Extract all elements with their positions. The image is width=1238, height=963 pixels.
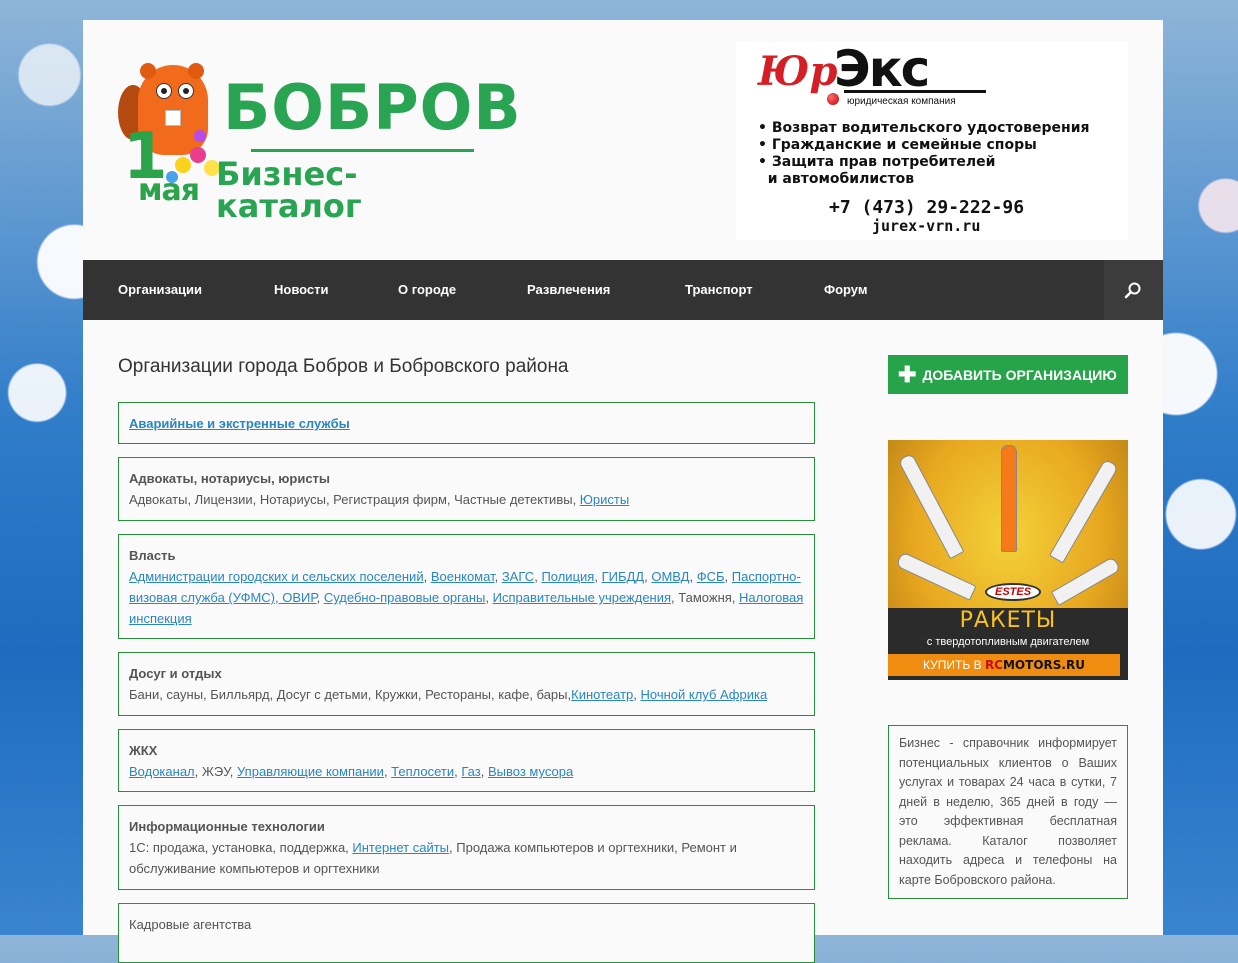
- beaver-eye-icon: [156, 83, 172, 99]
- beaver-ear-icon: [188, 63, 204, 79]
- subcategory-link[interactable]: Интернет сайты: [352, 840, 449, 855]
- ad-brand-underline: [844, 90, 986, 93]
- rcmotors-logo: RCMOTORS.RU: [985, 658, 1085, 672]
- category-title: Власть: [129, 548, 176, 563]
- logo-subtitle: Бизнес-каталог: [216, 155, 362, 225]
- flower-icon: [175, 157, 191, 173]
- rcmotors-rc: RC: [984, 658, 1003, 672]
- subcategory-link[interactable]: Управляющие компании: [237, 764, 384, 779]
- category-title: ЖКХ: [129, 743, 158, 758]
- category-card-recruitment: Кадровые агентства: [118, 903, 815, 963]
- subcategory-link[interactable]: Судебно-правовые органы: [324, 590, 486, 605]
- add-organization-label: ДОБАВИТЬ ОРГАНИЗАЦИЮ: [922, 367, 1117, 383]
- subcategory-link[interactable]: Исправительные учреждения: [493, 590, 671, 605]
- beaver-eye-icon: [178, 83, 194, 99]
- nav-item-news[interactable]: Новости: [274, 260, 329, 320]
- header-ad-banner[interactable]: Юр Экс юридическая компания • Возврат во…: [736, 42, 1128, 240]
- estes-logo: ESTES: [985, 583, 1042, 601]
- rocket-ad-banner[interactable]: ESTES РАКЕТЫ с твердотопливным двигателе…: [888, 440, 1128, 680]
- subcategory-link[interactable]: Ночной клуб Африка: [640, 687, 767, 702]
- category-title-link[interactable]: Аварийные и экстренные службы: [129, 416, 350, 431]
- flower-icon: [190, 147, 206, 163]
- ad-brand-right: Экс: [834, 40, 930, 98]
- rcmotors-rest: MOTORS.RU: [1002, 658, 1085, 672]
- subcategory-link[interactable]: Юристы: [580, 492, 629, 507]
- ad-service-item: • Гражданские и семейные споры: [758, 137, 1037, 153]
- logo-divider: [251, 149, 474, 152]
- ad-service-item: • Защита прав потребителей: [758, 154, 996, 170]
- category-items-text: Бани, сауны, Билльярд, Досуг с детьми, К…: [129, 687, 572, 702]
- category-items-text: Таможня: [678, 590, 732, 605]
- logo-title: БОБРОВ: [223, 71, 522, 144]
- category-title: Досуг и отдых: [129, 666, 222, 681]
- category-card-leisure: Досуг и отдых Бани, сауны, Билльярд, Дос…: [118, 652, 815, 716]
- category-items-text: ЖЭУ: [201, 764, 230, 779]
- logo-badge-word: мая: [138, 173, 200, 208]
- info-box: Бизнес - справочник информирует потенциа…: [888, 725, 1128, 899]
- rocket-icon: [1050, 556, 1122, 606]
- site-header: 1 мая БОБРОВ Бизнес-каталог Юр Экс юриди…: [83, 20, 1163, 260]
- category-card-housing: ЖКХ Водоканал, ЖЭУ, Управляющие компании…: [118, 729, 815, 792]
- subcategory-link[interactable]: Полиция: [541, 569, 594, 584]
- subcategory-link[interactable]: Вывоз мусора: [488, 764, 573, 779]
- category-title[interactable]: Кадровые агентства: [129, 917, 251, 932]
- category-items-text: Адвокаты, Лицензии, Нотариусы, Регистрац…: [129, 492, 580, 507]
- nav-item-about-city[interactable]: О городе: [398, 260, 456, 320]
- subcategory-link[interactable]: ГИБДД: [602, 569, 645, 584]
- ad-brand-left: Юр: [758, 48, 838, 95]
- rocket-ad-buy-button[interactable]: КУПИТЬ В RCMOTORS.RU: [888, 654, 1120, 676]
- category-card-lawyers: Адвокаты, нотариусы, юристы Адвокаты, Ли…: [118, 457, 815, 521]
- subcategory-link[interactable]: Газ: [461, 764, 480, 779]
- flower-icon: [194, 130, 206, 142]
- page-container: 1 мая БОБРОВ Бизнес-каталог Юр Экс юриди…: [83, 20, 1163, 963]
- ad-brand-subtitle: юридическая компания: [847, 96, 956, 107]
- ad-website: jurex-vrn.ru: [872, 217, 981, 235]
- subcategory-link[interactable]: ОМВД: [651, 569, 689, 584]
- add-organization-button[interactable]: ✚ ДОБАВИТЬ ОРГАНИЗАЦИЮ: [888, 355, 1128, 394]
- category-items-text: 1С: продажа, установка, поддержка,: [129, 840, 353, 855]
- category-title: Информационные технологии: [129, 819, 325, 834]
- plus-icon: ✚: [898, 362, 917, 387]
- page-title: Организации города Бобров и Бобровского …: [118, 356, 569, 377]
- rocket-ad-title: РАКЕТЫ: [959, 608, 1057, 633]
- subcategory-link[interactable]: Кинотеатр: [571, 687, 633, 702]
- rocket-icon: [1049, 458, 1119, 564]
- nav-search-button[interactable]: [1104, 260, 1163, 320]
- nav-item-forum[interactable]: Форум: [824, 260, 867, 320]
- rocket-icon: [897, 452, 965, 560]
- subcategory-link[interactable]: Администрации городских и сельских посел…: [129, 569, 424, 584]
- category-card-it: Информационные технологии 1С: продажа, у…: [118, 805, 815, 890]
- search-icon: [1124, 282, 1141, 299]
- subcategory-link[interactable]: Водоканал: [129, 764, 195, 779]
- rocket-ad-subtitle: с твердотопливным двигателем: [926, 636, 1090, 648]
- category-card-government: Власть Администрации городских и сельски…: [118, 534, 815, 639]
- rocket-ad-buy-prefix: КУПИТЬ В: [923, 658, 982, 672]
- ad-service-item: • Возврат водительского удостоверения: [758, 120, 1090, 136]
- subcategory-link[interactable]: Теплосети: [391, 764, 454, 779]
- rocket-icon: [895, 551, 977, 601]
- nav-item-transport[interactable]: Транспорт: [685, 260, 753, 320]
- ad-service-item: и автомобилистов: [758, 171, 915, 187]
- main-navigation: Организации Новости О городе Развлечения…: [83, 260, 1163, 320]
- subcategory-link[interactable]: ЗАГС: [502, 569, 534, 584]
- category-title: Адвокаты, нотариусы, юристы: [129, 471, 331, 486]
- ad-phone: +7 (473) 29-222-96: [829, 197, 1025, 218]
- nav-item-organizations[interactable]: Организации: [118, 260, 202, 320]
- category-card-emergency: Аварийные и экстренные службы: [118, 402, 815, 444]
- beaver-ear-icon: [140, 63, 156, 79]
- site-logo[interactable]: 1 мая БОБРОВ Бизнес-каталог: [118, 63, 521, 225]
- nav-item-entertainment[interactable]: Развлечения: [527, 260, 610, 320]
- rocket-icon: [1001, 445, 1017, 552]
- ad-services-list: • Возврат водительского удостоверения • …: [758, 120, 1090, 188]
- subcategory-link[interactable]: ФСБ: [697, 569, 725, 584]
- subcategory-link[interactable]: Военкомат: [431, 569, 495, 584]
